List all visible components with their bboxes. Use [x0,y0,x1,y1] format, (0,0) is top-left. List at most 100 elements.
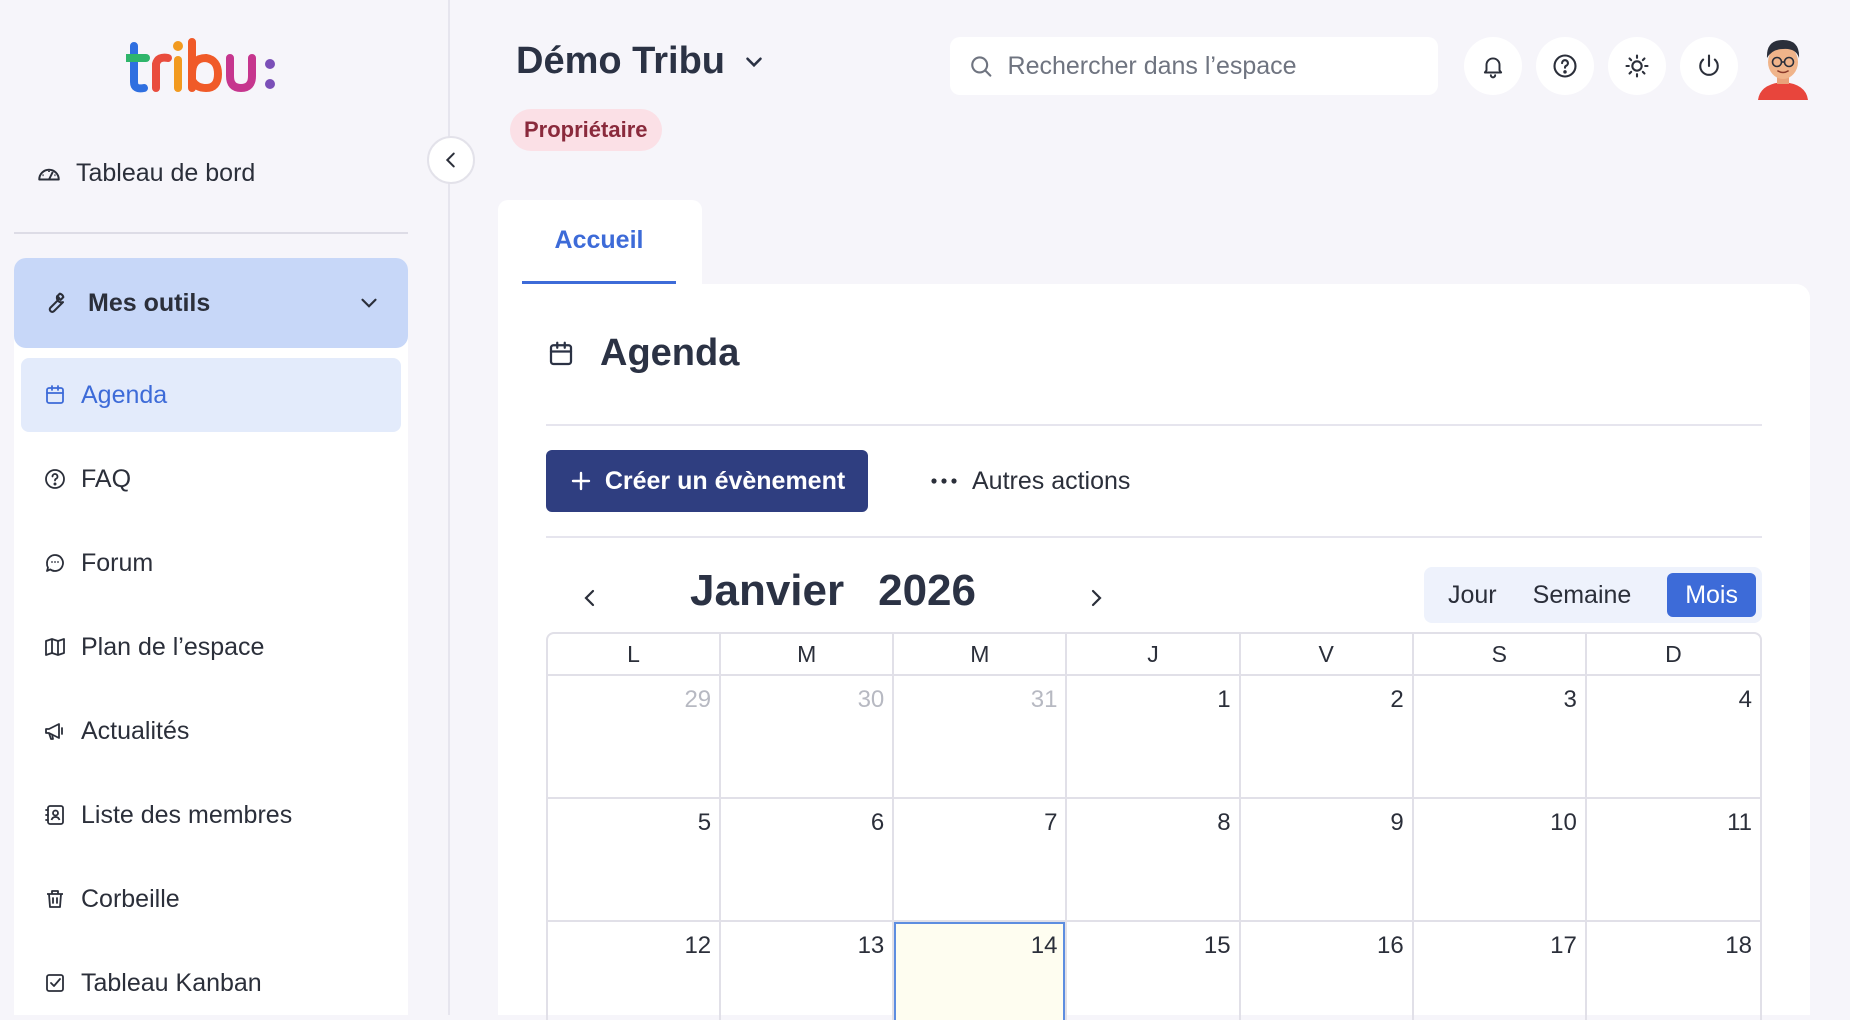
weekday-label: D [1665,640,1682,667]
create-event-label: Créer un évènement [604,466,846,495]
avatar-illustration [1758,40,1808,100]
other-actions-button[interactable]: Autres actions [930,450,1130,512]
calendar-day-today[interactable]: 14 [894,922,1068,1020]
help-circle-icon [1553,54,1577,78]
chevron-right-icon [1091,589,1102,607]
space-selector[interactable]: Démo Tribu [516,40,767,83]
wrench-icon [48,292,65,313]
weekday-label: M [894,634,1068,674]
month-calendar: L M M J V S D 29 30 31 1 2 3 4 5 6 7 8 9… [546,632,1762,1020]
sidebar-item-label: Forum [81,548,154,577]
calendar-day[interactable]: 7 [894,799,1068,920]
sidebar-item-kanban[interactable]: Tableau Kanban [21,946,401,1020]
sidebar-item-trash[interactable]: Corbeille [21,862,401,936]
chevron-down-icon [361,298,377,308]
calendar-day[interactable]: 1 [1067,676,1241,797]
year: 2026 [878,566,976,615]
search-input[interactable] [1007,51,1420,81]
calendar-day[interactable]: 3 [1414,676,1587,797]
previous-month-button[interactable] [568,576,612,620]
calendar-day[interactable]: 2 [1241,676,1414,797]
weekday-header: L M M J V S D [548,634,1760,676]
calendar-day[interactable]: 18 [1587,922,1760,1020]
checkbox-icon [46,974,64,992]
calendar-day[interactable]: 13 [721,922,895,1020]
weekday-label: J [1067,634,1241,674]
dashboard-label: Tableau de bord [76,158,256,187]
sidebar: Tableau de bord Mes outils Agenda FAQ Fo… [0,0,450,1015]
contacts-icon [45,805,64,825]
user-avatar[interactable] [1752,34,1814,100]
calendar-day[interactable]: 5 [548,799,722,920]
calendar-icon [46,385,64,404]
tools-nav: Agenda FAQ Forum Plan de l’espace Actual… [21,358,401,1020]
calendar-day[interactable]: 4 [1587,676,1760,797]
next-month-button[interactable] [1074,576,1118,620]
calendar-day[interactable]: 16 [1241,922,1414,1020]
theme-toggle-button[interactable] [1608,37,1666,95]
calendar-day[interactable]: 12 [548,922,722,1020]
calendar-day[interactable]: 10 [1414,799,1587,920]
help-circle-icon [45,469,65,489]
view-month-button[interactable]: Mois [1667,573,1756,617]
calendar-day[interactable]: 8 [1067,799,1241,920]
calendar-day[interactable]: 11 [1587,799,1760,920]
sidebar-divider [14,232,408,234]
create-event-button[interactable]: Créer un évènement [546,450,868,512]
page-title: Agenda [600,332,740,374]
sun-icon [1625,54,1649,78]
notifications-button[interactable] [1464,37,1522,95]
bell-icon [1483,57,1503,79]
plus-icon [571,471,591,491]
calendar-day[interactable]: 31 [894,676,1068,797]
more-horizontal-icon [931,478,957,484]
sidebar-item-faq[interactable]: FAQ [21,442,401,516]
collapse-sidebar-button[interactable] [427,136,475,184]
tools-panel: Mes outils Agenda FAQ Forum Plan de l’es… [14,258,408,1015]
month-label: Janvier 2026 [690,566,976,616]
tribu-logo-mark [126,38,275,93]
sidebar-item-members[interactable]: Liste des membres [21,778,401,852]
tools-section-label: Mes outils [88,288,211,317]
calendar-day[interactable]: 30 [721,676,895,797]
sidebar-item-agenda[interactable]: Agenda [21,358,401,432]
tab-accueil-label[interactable]: Accueil [522,200,676,284]
sidebar-item-forum[interactable]: Forum [21,526,401,600]
other-actions-label: Autres actions [972,466,1131,495]
chevron-left-icon [445,152,455,168]
weekday-label: S [1414,634,1587,674]
divider [546,424,1762,426]
sidebar-item-news[interactable]: Actualités [21,694,401,768]
view-day-button[interactable]: Jour [1430,573,1515,617]
sidebar-item-space-map[interactable]: Plan de l’espace [21,610,401,684]
role-badge: Propriétaire [510,109,662,151]
calendar-week: 29 30 31 1 2 3 4 [548,676,1760,799]
calendar-icon [549,341,573,365]
sidebar-item-label: Plan de l’espace [81,632,265,661]
sidebar-item-label: Actualités [81,716,190,745]
megaphone-icon [45,723,63,740]
calendar-day[interactable]: 6 [721,799,895,920]
calendar-day[interactable]: 15 [1067,922,1241,1020]
calendar-week: 5 6 7 8 9 10 11 [548,799,1760,922]
tribu-logo[interactable] [126,36,306,96]
agenda-heading: Agenda [546,332,739,375]
search-box [950,37,1438,95]
view-week-button[interactable]: Semaine [1515,573,1650,617]
weekday-label: M [721,634,895,674]
chat-icon [46,554,64,572]
calendar-week: 12 13 14 15 16 17 18 [548,922,1760,1020]
logout-button[interactable] [1680,37,1738,95]
dashboard-link[interactable]: Tableau de bord [36,152,406,194]
month-name: Janvier [690,566,845,615]
weekday-label: L [548,634,722,674]
tab-accueil: Accueil [498,200,702,288]
power-icon [1699,54,1719,76]
tools-section-toggle[interactable]: Mes outils [14,258,408,348]
help-button[interactable] [1536,37,1594,95]
calendar-day[interactable]: 9 [1241,799,1414,920]
calendar-day[interactable]: 17 [1414,922,1587,1020]
trash-icon [47,890,63,908]
calendar-day[interactable]: 29 [548,676,722,797]
sidebar-item-label: Corbeille [81,884,180,913]
